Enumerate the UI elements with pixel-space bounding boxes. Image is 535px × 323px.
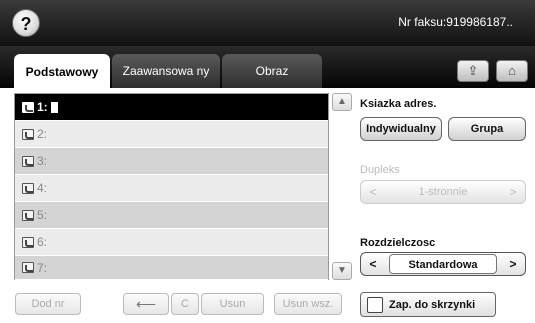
tab-image[interactable]: Obraz (222, 54, 322, 88)
scroll-up-button[interactable]: ▲ (332, 93, 352, 111)
backspace-icon: ⟵ (135, 296, 157, 312)
chevron-left-icon: < (369, 185, 377, 199)
resolution-label: Rozdzielczosc (360, 237, 436, 249)
list-item[interactable]: 4: (15, 175, 328, 202)
duplex-value: 1-stronnie (418, 186, 468, 198)
list-item-label: 7: (37, 260, 48, 275)
delete-button[interactable]: Usun (201, 293, 264, 315)
chevron-right-icon: > (509, 257, 517, 271)
save-to-inbox-label: Zap. do skrzynki (389, 298, 476, 311)
chevron-right-icon: > (509, 185, 517, 199)
duplex-next-button[interactable]: > (503, 182, 523, 202)
resolution-next-button[interactable]: > (503, 254, 523, 274)
add-number-button[interactable]: Dod nr (15, 293, 81, 315)
fax-number-list: 1: 2: 3: 4: 5: 6: 7: (14, 93, 329, 280)
fax-number-label: Nr faksu:919986187.. (398, 15, 513, 29)
chevron-up-icon: ▲ (337, 96, 347, 107)
address-book-label: Ksiazka adres. (360, 98, 437, 110)
list-item-label: 4: (37, 181, 48, 195)
list-item-label: 2: (37, 127, 48, 141)
list-item[interactable]: 6: (15, 229, 328, 256)
help-button[interactable]: ? (12, 9, 40, 37)
phone-icon (22, 128, 34, 140)
scroll-down-button[interactable]: ▼ (332, 262, 352, 280)
backspace-button[interactable]: ⟵ (123, 293, 169, 315)
duplex-stepper: < 1-stronnie > (360, 180, 526, 204)
tab-strip: Podstawowy Zaawansowa ny Obraz ⇪ ⌂ (0, 46, 535, 90)
duplex-label: Dupleks (360, 164, 400, 176)
list-item[interactable]: 3: (15, 148, 328, 175)
phone-icon (22, 236, 34, 248)
list-item[interactable]: 5: (15, 202, 328, 229)
save-to-inbox-checkbox[interactable] (367, 296, 383, 313)
clear-button[interactable]: C (171, 293, 199, 315)
home-icon: ⌂ (508, 63, 516, 78)
tab-basic[interactable]: Podstawowy (14, 54, 110, 90)
phone-icon (22, 155, 34, 167)
tab-advanced[interactable]: Zaawansowa ny (112, 54, 220, 88)
individual-button[interactable]: Indywidualny (360, 117, 442, 141)
home-button[interactable]: ⌂ (496, 60, 528, 82)
chevron-left-icon: < (369, 257, 377, 271)
duplex-prev-button[interactable]: < (363, 182, 383, 202)
delete-all-button[interactable]: Usun wsz. (274, 293, 342, 315)
main-content: 1: 2: 3: 4: 5: 6: 7: ▲ ▼ Dod nr ⟵ C Usun… (8, 88, 527, 323)
text-cursor (50, 101, 58, 113)
phone-icon (22, 182, 34, 194)
list-scrollbar: ▲ ▼ (332, 93, 352, 280)
chevron-down-icon: ▼ (337, 265, 347, 276)
resolution-stepper: < Standardowa > (360, 252, 526, 276)
phone-icon (22, 101, 34, 113)
group-button[interactable]: Grupa (448, 117, 526, 141)
tray-forward-icon: ⇪ (467, 63, 479, 78)
top-bar: ? Nr faksu:919986187.. (0, 0, 535, 46)
list-item[interactable]: 7: (15, 256, 328, 280)
resolution-value: Standardowa (389, 254, 497, 274)
list-item-label: 1: (37, 100, 48, 114)
list-item-label: 6: (37, 235, 48, 249)
list-item[interactable]: 2: (15, 121, 328, 148)
list-item-label: 5: (37, 208, 48, 222)
list-item[interactable]: 1: (15, 94, 328, 121)
tray-forward-button[interactable]: ⇪ (457, 60, 489, 82)
phone-icon (22, 262, 34, 273)
phone-icon (22, 209, 34, 221)
save-to-inbox-button[interactable]: Zap. do skrzynki (360, 292, 496, 317)
resolution-prev-button[interactable]: < (363, 254, 383, 274)
fax-screen: ? Nr faksu:919986187.. Podstawowy Zaawan… (0, 0, 535, 323)
list-item-label: 3: (37, 154, 48, 168)
